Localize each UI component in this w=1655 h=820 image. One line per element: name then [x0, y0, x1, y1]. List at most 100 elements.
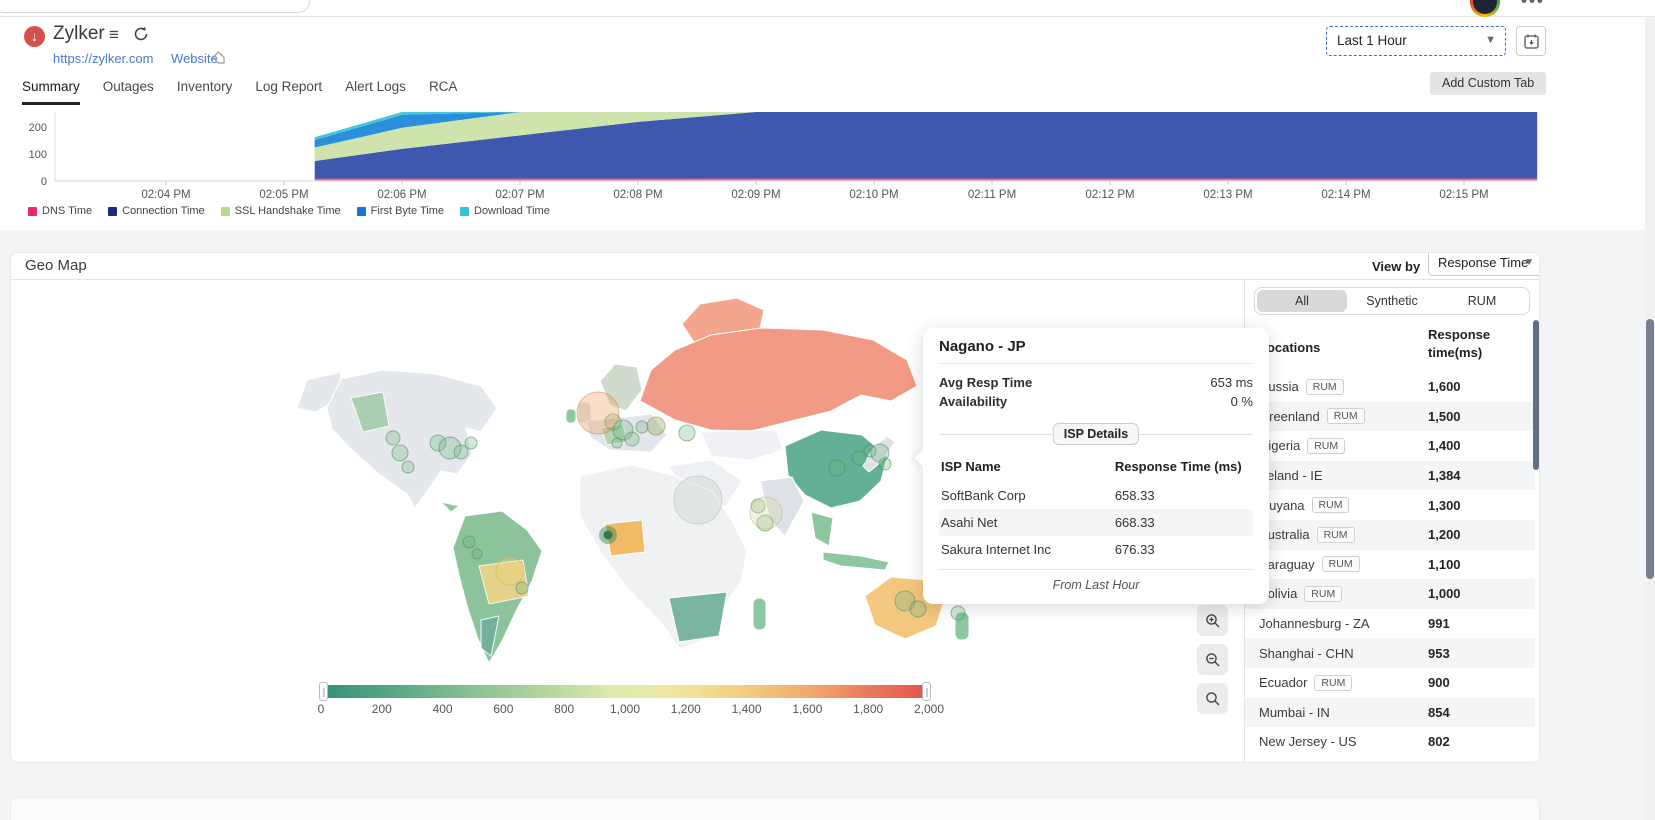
avatar-image: [1473, 0, 1497, 14]
location-response-time: 953: [1428, 646, 1450, 661]
scale-tick-labels: 02004006008001,0001,2001,4001,6001,8002,…: [321, 702, 929, 718]
legend-item-first-byte-time[interactable]: First Byte Time: [357, 205, 444, 217]
y-tick-label: 100: [29, 149, 47, 161]
map-zoom-out-button[interactable]: [1197, 644, 1228, 675]
rum-badge: RUM: [1306, 379, 1344, 395]
scale-tick: 400: [433, 702, 453, 716]
location-row-nigeria[interactable]: NigeriaRUM1,400: [1245, 431, 1535, 461]
rum-badge: RUM: [1312, 497, 1350, 513]
isp-table-row: Asahi Net668.33: [939, 509, 1253, 536]
isp-name-header: ISP Name: [939, 459, 1115, 474]
panel-scrollbar-thumb[interactable]: [1533, 320, 1539, 470]
tab-alert-logs[interactable]: Alert Logs: [345, 79, 406, 105]
scale-tick: 2,000: [914, 702, 944, 716]
scale-tick: 0: [318, 702, 325, 716]
add-custom-tab-button[interactable]: Add Custom Tab: [1430, 72, 1546, 95]
legend-swatch: [357, 207, 366, 216]
location-row-mumbai-in[interactable]: Mumbai - IN854: [1245, 698, 1535, 728]
browser-more-icon[interactable]: •••: [1521, 0, 1545, 11]
scale-tick: 800: [554, 702, 574, 716]
location-response-time: 1,600: [1428, 379, 1461, 394]
location-row-russia[interactable]: RussiaRUM1,600: [1245, 372, 1535, 402]
location-response-time: 1,200: [1428, 527, 1461, 542]
isp-details-chip: ISP Details: [1053, 423, 1139, 445]
legend-label: First Byte Time: [371, 205, 444, 217]
user-avatar[interactable]: [1470, 0, 1500, 17]
scale-tick: 1,200: [671, 702, 701, 716]
panel-tab-all[interactable]: All: [1257, 290, 1347, 312]
legend-item-ssl-handshake-time[interactable]: SSL Handshake Time: [221, 205, 341, 217]
panel-tab-synthetic[interactable]: Synthetic: [1347, 290, 1437, 312]
page-scrollbar[interactable]: [1645, 17, 1655, 820]
monitor-tabs: Summary Outages Inventory Log Report Alert L…: [22, 79, 457, 105]
x-tick-label: 02:15 PM: [1439, 189, 1488, 201]
rum-badge: RUM: [1304, 586, 1342, 602]
location-row-greenland[interactable]: GreenlandRUM1,500: [1245, 402, 1535, 432]
location-row-johannesburg-za[interactable]: Johannesburg - ZA991: [1245, 609, 1535, 639]
scale-max-handle[interactable]: [922, 682, 931, 701]
next-section-card: [10, 797, 1540, 820]
chevron-down-icon: ▼: [1485, 27, 1496, 54]
hamburger-menu-icon[interactable]: ≡: [109, 25, 119, 45]
location-name: New Jersey - US: [1259, 734, 1357, 749]
view-by-value: Response Time: [1438, 255, 1528, 270]
isp-response-time: 658.33: [1115, 488, 1253, 503]
x-tick-label: 02:08 PM: [613, 189, 662, 201]
metric-label: Avg Resp Time: [939, 373, 1032, 392]
legend-item-download-time[interactable]: Download Time: [460, 205, 550, 217]
monitor-url-link[interactable]: https://zylker.com: [53, 51, 153, 66]
custom-period-button[interactable]: [1516, 26, 1546, 56]
location-row-paraguay[interactable]: ParaguayRUM1,100: [1245, 550, 1535, 580]
legend-item-dns-time[interactable]: DNS Time: [28, 205, 92, 217]
rum-badge: RUM: [1322, 556, 1360, 572]
scale-tick: 1,000: [610, 702, 640, 716]
legend-swatch: [28, 207, 37, 216]
tab-log-report[interactable]: Log Report: [255, 79, 322, 105]
location-row-guyana[interactable]: GuyanaRUM1,300: [1245, 490, 1535, 520]
isp-response-time: 668.33: [1115, 515, 1253, 530]
location-name: Johannesburg - ZA: [1259, 616, 1370, 631]
tab-summary[interactable]: Summary: [22, 79, 80, 105]
isp-table-row: SoftBank Corp658.33: [939, 482, 1253, 509]
location-response-time: 802: [1428, 734, 1450, 749]
scale-tick: 1,400: [732, 702, 762, 716]
view-by-select[interactable]: Response Time ▼: [1428, 252, 1540, 276]
location-row-ireland-ie[interactable]: Ireland - IE1,384: [1245, 461, 1535, 491]
tag-icon[interactable]: [211, 50, 226, 70]
refresh-icon[interactable]: [133, 26, 149, 47]
map-zoom-reset-button[interactable]: [1197, 683, 1228, 714]
x-tick-label: 02:05 PM: [259, 189, 308, 201]
location-row-new-jersey-us[interactable]: New Jersey - US 802: [1245, 727, 1535, 757]
location-row-bolivia[interactable]: BoliviaRUM1,000: [1245, 579, 1535, 609]
scale-tick: 1,800: [853, 702, 883, 716]
map-tooltip: Nagano - JP Avg Resp Time653 msAvailabil…: [923, 328, 1269, 604]
location-row-ecuador[interactable]: EcuadorRUM900: [1245, 668, 1535, 698]
x-tick-label: 02:14 PM: [1321, 189, 1370, 201]
map-zoom-in-button[interactable]: [1197, 605, 1228, 636]
dashboard-root: ••• ↓ Zylker ≡ https://zylker.com Websit…: [0, 0, 1655, 820]
legend-swatch: [221, 207, 230, 216]
panel-tab-rum[interactable]: RUM: [1437, 290, 1527, 312]
stacked-area-chart[interactable]: 02:04 PM02:05 PM02:06 PM02:07 PM02:08 PM…: [0, 106, 1655, 206]
geo-map-card: Geo Map View by Response Time ▼: [10, 252, 1540, 763]
tab-outages[interactable]: Outages: [103, 79, 154, 105]
response-time-column-header: Response time(ms): [1428, 326, 1528, 362]
location-row-australia[interactable]: AustraliaRUM1,200: [1245, 520, 1535, 550]
location-name: Ecuador: [1259, 675, 1307, 690]
tab-rca[interactable]: RCA: [429, 79, 458, 105]
page-scrollbar-thumb[interactable]: [1646, 319, 1654, 579]
locations-list[interactable]: RussiaRUM1,600GreenlandRUM1,500NigeriaRU…: [1245, 372, 1535, 763]
location-name: Shanghai - CHN: [1259, 646, 1354, 661]
location-response-time: 1,300: [1428, 498, 1461, 513]
response-time-chart: 02:04 PM02:05 PM02:06 PM02:07 PM02:08 PM…: [0, 110, 1655, 230]
isp-name: SoftBank Corp: [939, 488, 1115, 503]
y-tick-label: 0: [41, 176, 47, 188]
address-bar-stub[interactable]: [0, 0, 310, 13]
legend-item-connection-time[interactable]: Connection Time: [108, 205, 205, 217]
location-row-shanghai-chn[interactable]: Shanghai - CHN 953: [1245, 638, 1535, 668]
tooltip-footer: From Last Hour: [939, 569, 1253, 596]
x-tick-label: 02:10 PM: [849, 189, 898, 201]
tab-inventory[interactable]: Inventory: [177, 79, 233, 105]
time-range-select[interactable]: Last 1 Hour ▼: [1326, 26, 1506, 56]
scale-min-handle[interactable]: [319, 682, 328, 701]
